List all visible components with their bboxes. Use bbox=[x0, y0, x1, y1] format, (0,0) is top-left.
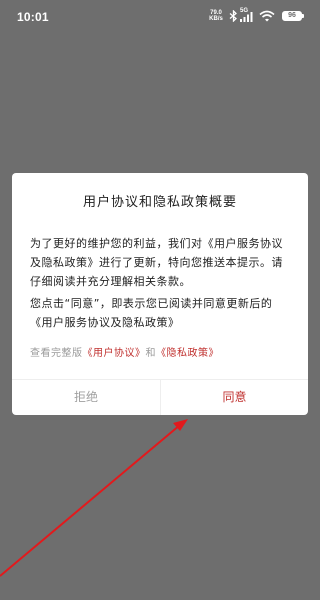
consent-notice-text: 您点击“同意”，即表示您已阅读并同意更新后的 《用户服务协议及隐私政策》 bbox=[30, 297, 273, 329]
arrow-line bbox=[0, 424, 181, 577]
privacy-policy-link[interactable]: 《隐私政策》 bbox=[156, 348, 219, 359]
network-speed: 79.0 KB/s bbox=[206, 10, 226, 22]
bluetooth-icon bbox=[229, 10, 237, 22]
user-agreement-link[interactable]: 《用户协议》 bbox=[83, 348, 146, 359]
network-speed-unit: KB/s bbox=[209, 16, 223, 22]
update-notice-text: 为了更好的维护您的利益，我们对《用户服务协议及隐私政策》进行了更新，特向您推送本… bbox=[30, 237, 283, 288]
full-version-prefix: 查看完整版 bbox=[30, 348, 83, 359]
arrow-head-icon bbox=[173, 419, 188, 431]
status-time: 10:01 bbox=[17, 10, 49, 24]
battery-tip bbox=[302, 14, 304, 18]
dialog-title: 用户协议和隐私政策概要 bbox=[82, 195, 237, 210]
agree-button[interactable]: 同意 bbox=[160, 380, 308, 415]
reject-button[interactable]: 拒绝 bbox=[12, 380, 160, 415]
full-version-links: 查看完整版《用户协议》和《隐私政策》 bbox=[30, 344, 292, 363]
agreement-dialog: 用户协议和隐私政策概要 为了更好的维护您的利益，我们对《用户服务协议及隐私政策》… bbox=[12, 173, 308, 415]
links-joiner: 和 bbox=[145, 348, 156, 359]
status-bar: 10:01 79.0 KB/s 5G 96 bbox=[0, 0, 320, 34]
cellular-signal-icon bbox=[240, 12, 253, 22]
dialog-buttons: 拒绝 同意 bbox=[12, 379, 308, 415]
battery-level: 96 bbox=[288, 12, 296, 19]
wifi-icon bbox=[259, 10, 275, 22]
battery-icon: 96 bbox=[282, 11, 302, 21]
